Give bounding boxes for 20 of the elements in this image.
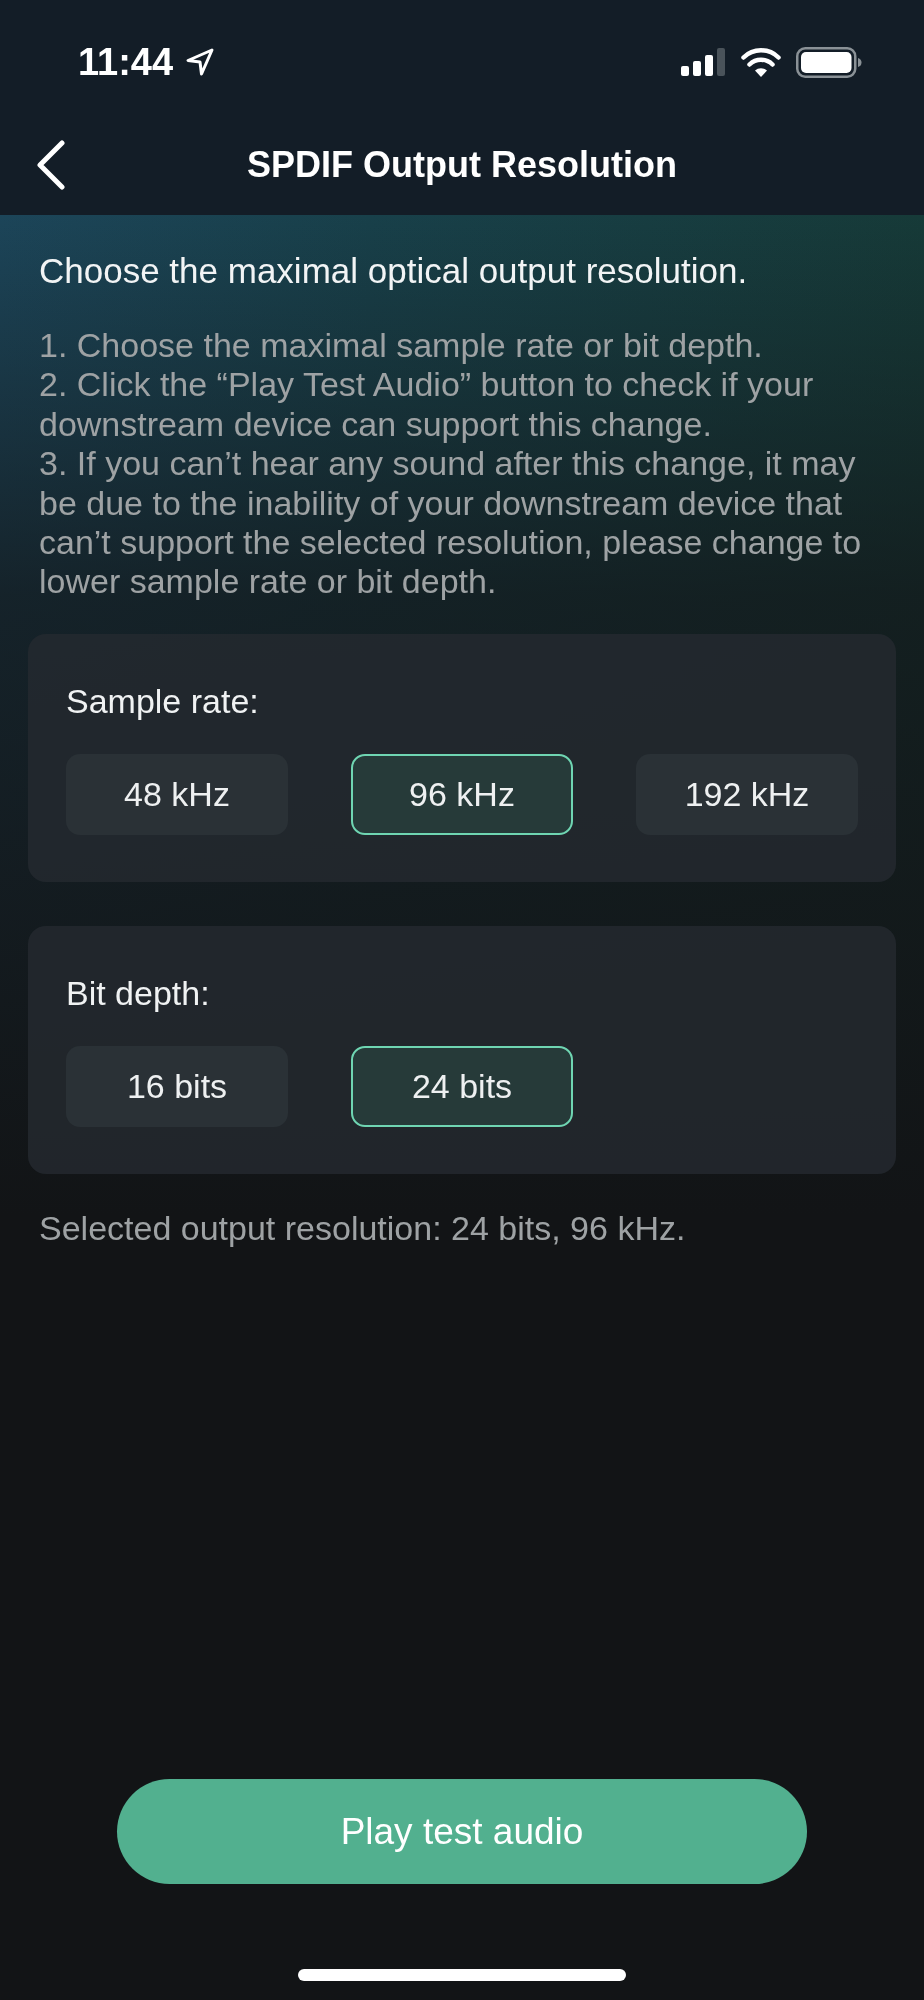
group-label: Sample rate: [66, 680, 260, 721]
battery-icon [796, 46, 862, 78]
instruction-text: 1. Choose the maximal sample rate or bit depth. [39, 326, 764, 366]
instruction-text: 2. Click the “Play Test Audio” button to check if your downstream device can support this change. [39, 365, 815, 445]
summary-text: Selected output resolution: 24 bits, 96 kHz. [39, 1207, 687, 1248]
location-arrow-icon [185, 47, 216, 77]
page-title: SPDIF Output Resolution [247, 143, 677, 187]
option-button[interactable]: 96 kHz [351, 753, 573, 835]
wifi-icon [741, 47, 781, 77]
option-button[interactable]: 192 kHz [636, 753, 858, 835]
back-button[interactable] [36, 140, 66, 190]
chevron-left-icon [36, 140, 66, 190]
group-label: Bit depth: [66, 972, 211, 1013]
status-time: 11:44 [78, 40, 174, 84]
intro-text: Choose the maximal optical output resolution. [39, 250, 749, 292]
instruction-text: 3. If you can’t hear any sound after this change, it may be due to the inability of your downstream device that can’t support the selected resolution, please change to lower sample rate or bit depth. [39, 444, 863, 602]
option-button[interactable]: 48 kHz [66, 753, 288, 835]
signal-bars-icon [681, 48, 726, 76]
option-button[interactable]: 16 bits [66, 1045, 288, 1127]
option-button[interactable]: 24 bits [351, 1045, 573, 1127]
